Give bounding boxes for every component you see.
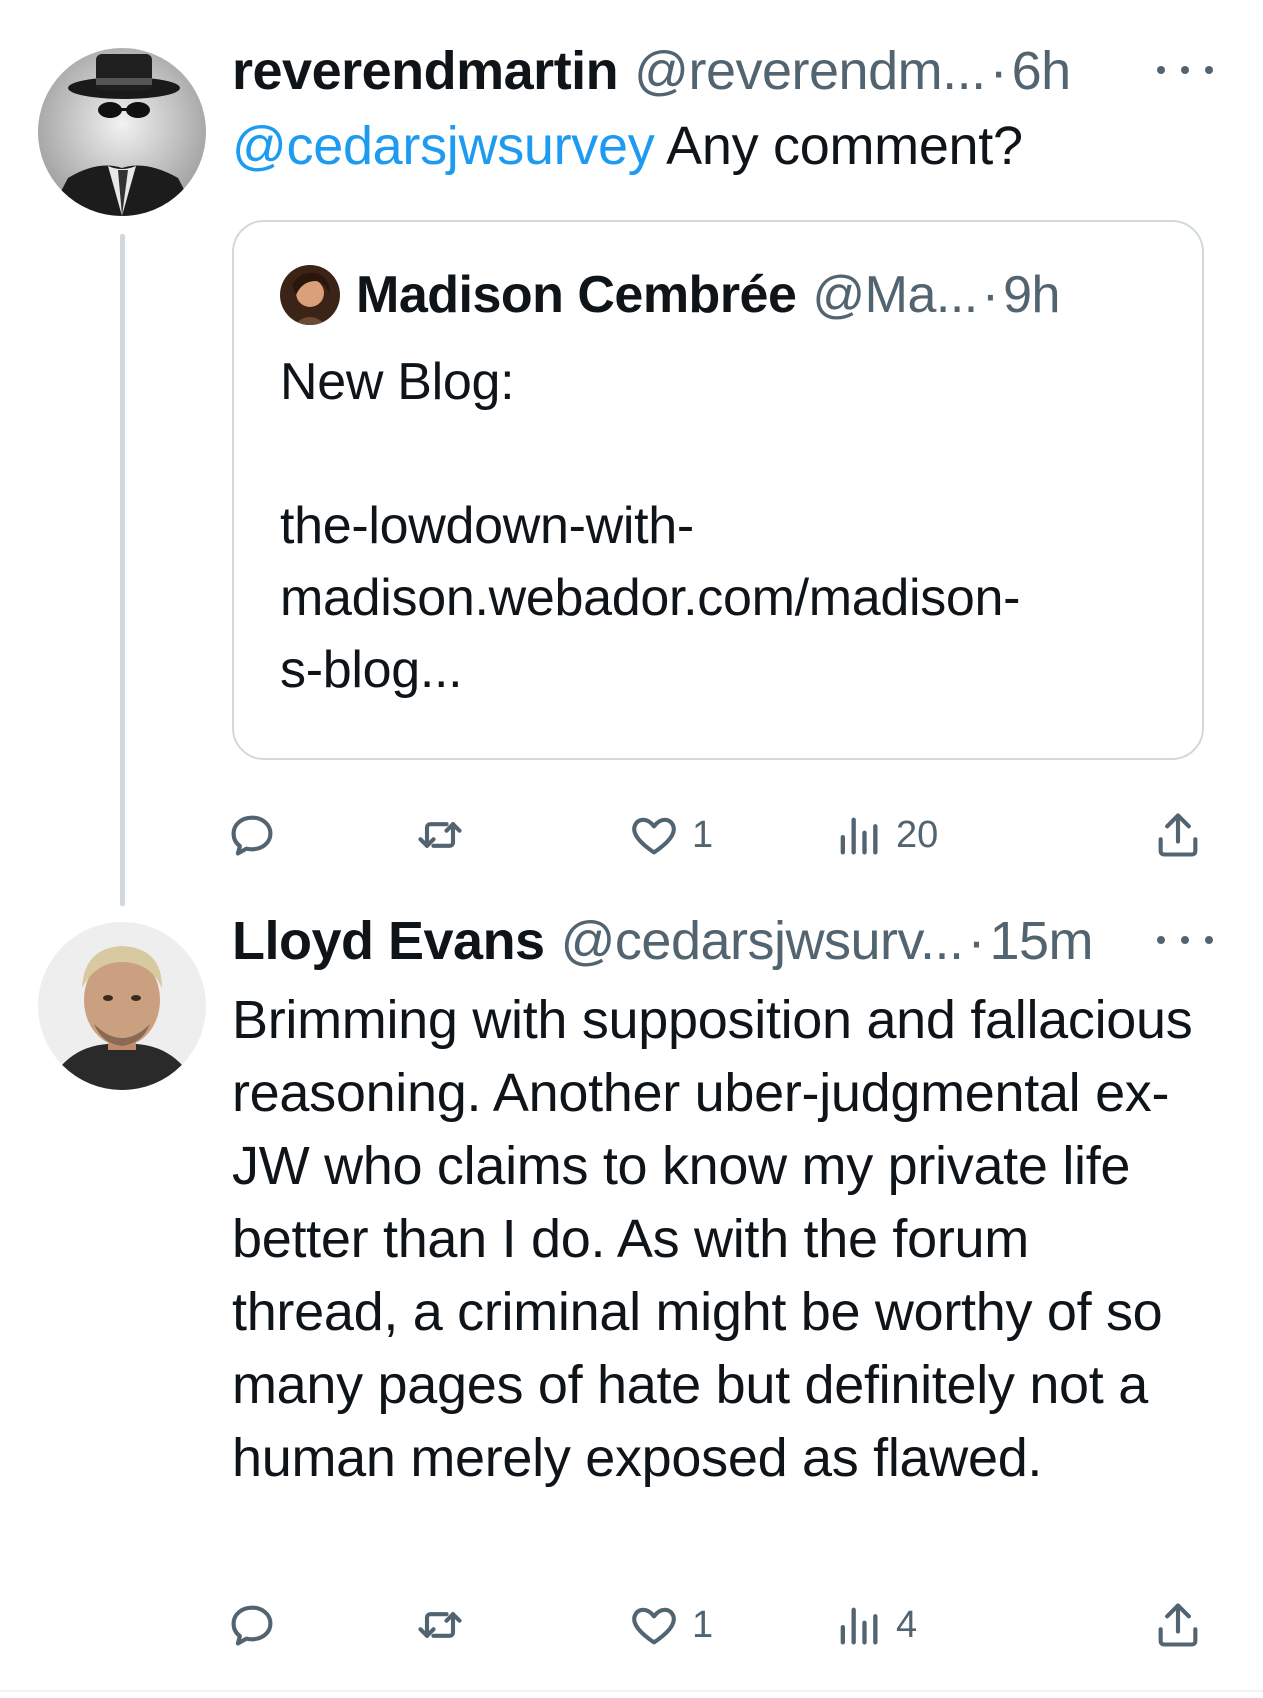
quote-display-name: Madison Cembrée: [356, 266, 797, 324]
reply-icon: [231, 815, 273, 856]
retweet-icon: [418, 822, 462, 848]
share-button[interactable]: [1152, 1590, 1204, 1660]
reply-button[interactable]: [226, 800, 278, 870]
retweet-icon: [418, 1612, 462, 1638]
like-button[interactable]: 1: [628, 800, 713, 870]
tweet2-text: Brimming with supposition and fallacious…: [232, 990, 1193, 1488]
views-icon: [840, 1607, 878, 1645]
more-icon[interactable]: [1157, 920, 1213, 960]
thread-connector-line: [120, 234, 125, 906]
tweet1-mention-link[interactable]: @cedarsjwsurvey: [232, 116, 655, 176]
tweet1-handle[interactable]: @reverendm...: [634, 40, 986, 102]
tweet2-header: Lloyd Evans @cedarsjwsurv... · 15m: [232, 906, 1213, 976]
like-count: 1: [692, 813, 714, 856]
quoted-tweet-card[interactable]: Madison Cembrée @Ma... · 9h New Blog: th…: [232, 220, 1204, 760]
tweet1-text: @cedarsjwsurvey Any comment?: [232, 110, 1223, 183]
quote-avatar: [280, 265, 340, 325]
views-button[interactable]: 20: [832, 800, 938, 870]
tweet2-display-name[interactable]: Lloyd Evans: [232, 910, 545, 972]
like-icon: [632, 817, 676, 855]
reply-icon: [231, 1605, 273, 1646]
views-button[interactable]: 4: [832, 1590, 917, 1660]
views-count: 4: [896, 1603, 918, 1646]
like-button[interactable]: 1: [628, 1590, 713, 1660]
reply-button[interactable]: [226, 1590, 278, 1660]
quote-header: Madison Cembrée @Ma... · 9h: [280, 260, 1182, 330]
like-count: 1: [692, 1603, 714, 1646]
tweet2-action-bar: 1 4: [231, 1590, 1207, 1660]
like-icon: [632, 1607, 676, 1645]
tweet1-action-bar: 1 20: [231, 800, 1207, 870]
views-count: 20: [896, 813, 939, 856]
quote-timestamp: 9h: [1003, 266, 1060, 324]
avatar-lloyd-evans[interactable]: [38, 922, 206, 1090]
madison-avatar-image: [280, 265, 340, 325]
tweet1-body: Any comment?: [654, 116, 1023, 176]
retweet-button[interactable]: [414, 1590, 466, 1660]
retweet-button[interactable]: [414, 800, 466, 870]
tweet1-header: reverendmartin @reverendm... · 6h: [232, 36, 1213, 106]
tweet1-timestamp[interactable]: 6h: [1012, 40, 1072, 102]
share-icon: [1158, 813, 1198, 857]
invisible-man-avatar-image: [38, 48, 206, 216]
tweet1-display-name[interactable]: reverendmartin: [232, 40, 619, 102]
share-button[interactable]: [1152, 800, 1204, 870]
avatar-reverendmartin[interactable]: [38, 48, 206, 216]
lloyd-avatar-image: [38, 922, 206, 1090]
tweet2-timestamp[interactable]: 15m: [989, 910, 1093, 972]
tweet2-handle[interactable]: @cedarsjwsurv...: [561, 910, 964, 972]
more-icon[interactable]: [1157, 50, 1213, 90]
views-icon: [840, 817, 878, 855]
divider: [0, 1690, 1263, 1692]
quote-text: New Blog: the-lowdown-with- madison.weba…: [280, 353, 1021, 699]
share-icon: [1158, 1603, 1198, 1647]
quote-handle: @Ma...: [812, 266, 978, 324]
quote-separator: ·: [981, 266, 1000, 324]
tweet2-separator: ·: [967, 911, 986, 971]
tweet1-separator: ·: [989, 41, 1008, 101]
